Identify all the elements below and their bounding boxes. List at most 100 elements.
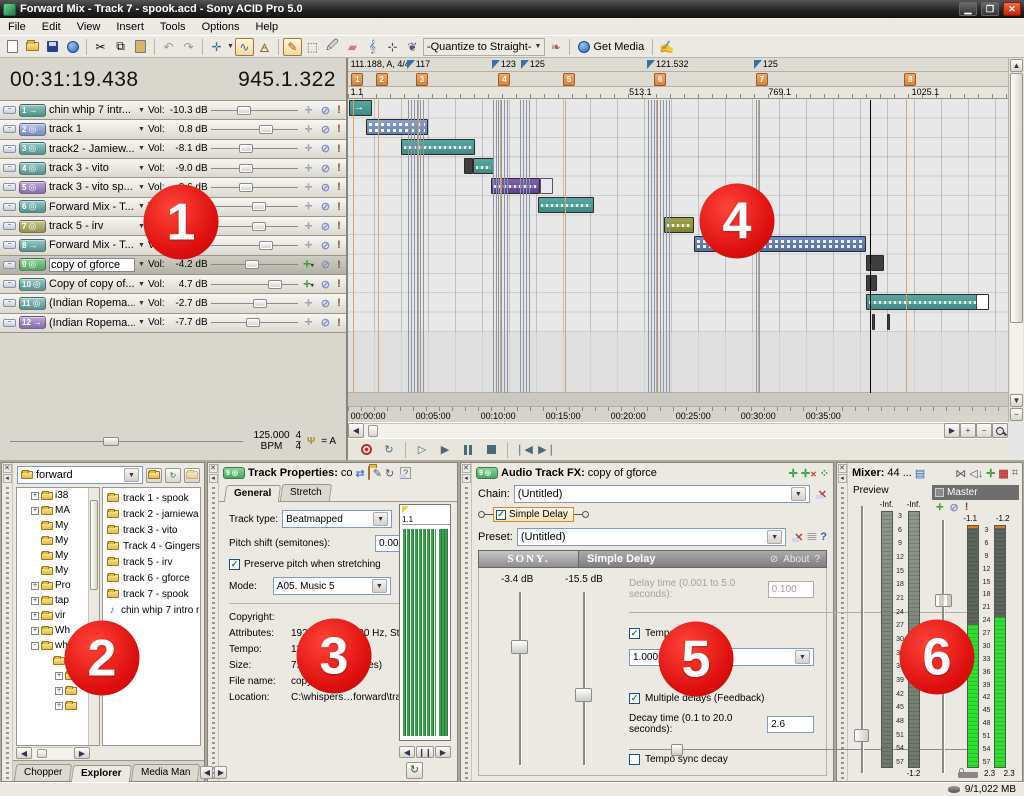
master-fx-icon[interactable]: ✛ [936,502,944,513]
mute-icon[interactable]: ⊘ [319,278,332,291]
edit-in-editor-icon[interactable]: ✎ [373,467,382,480]
solo-icon[interactable]: ! [335,259,343,271]
cut-icon[interactable]: ✂ [91,38,110,56]
chevron-down-icon[interactable]: ▼ [138,242,145,249]
insert-fx-icon[interactable]: ✛ [789,467,798,480]
audio-clip[interactable] [664,217,694,233]
track-row[interactable]: −11◎(Indian Ropema...▼Vol:-2.7 dB✛⊘! [0,294,346,313]
dim-output-icon[interactable]: ◁↓ [969,467,983,480]
volume-slider[interactable] [211,183,298,192]
audio-clip[interactable] [866,255,884,271]
track-row[interactable]: −10◎Copy of copy of...▼Vol:4.7 dB✛▾⊘! [0,275,346,294]
mute-icon[interactable]: ⊘ [950,501,959,514]
volume-label[interactable]: Vol: [148,163,165,174]
track-fx-icon[interactable]: ✛ [301,124,316,135]
dry-fader-track[interactable] [519,592,521,765]
track-name[interactable]: (Indian Ropema... [49,317,135,329]
close-panel-icon[interactable]: ✕ [462,464,471,473]
menu-item-edit[interactable]: Edit [34,20,69,34]
tree-expander-icon[interactable]: + [31,597,39,605]
mute-icon[interactable]: ⊘ [319,104,332,117]
volume-slider[interactable] [211,241,298,250]
horizontal-scrollbar[interactable]: ◀ ▶ + − [348,422,1008,438]
volume-label[interactable]: Vol: [148,317,165,328]
volume-label[interactable]: Vol: [148,221,165,232]
track-fx-icon[interactable]: ✛ [301,143,316,154]
insert-soft-synth-icon[interactable]: ⌗ [1012,467,1018,480]
track-name[interactable]: track 3 - vito [49,162,135,174]
remove-fx-icon[interactable]: ✛✕ [801,467,817,480]
decay-time-field[interactable]: 2.6 [767,716,814,733]
tree-expander-icon[interactable]: + [55,687,63,695]
chevron-down-icon[interactable]: ▼ [138,300,145,307]
mute-icon[interactable]: ⊘ [319,162,332,175]
fx-node-simple-delay[interactable]: ✓ Simple Delay [493,507,574,522]
tab-stretch[interactable]: Stretch [280,484,332,501]
marker-ruler[interactable]: 12345678 [348,72,1008,88]
track-row[interactable]: −9◎copy of gforce▼Vol:-4.2 dB✛▾⊘! [0,256,346,275]
timeline-marker-5[interactable]: 5 [563,73,575,86]
master-fader[interactable] [932,514,954,779]
undo-icon[interactable]: ↶ [159,38,178,56]
chevron-down-icon[interactable]: ▼ [138,319,145,326]
volume-slider[interactable] [211,222,298,231]
volume-slider[interactable] [211,260,298,269]
play-from-start-button[interactable]: ▷ [412,441,432,458]
wave-refresh-icon[interactable]: ↻ [406,762,423,779]
solo-icon[interactable]: ! [335,239,343,251]
new-folder-icon[interactable] [184,468,200,483]
tree-item[interactable]: My [17,533,99,548]
timeline-marker-3[interactable]: 3 [416,73,428,86]
file-item[interactable]: track 7 - spook [103,586,200,602]
scroll-up-icon[interactable]: ▲ [1010,59,1023,72]
track-fx-icon[interactable]: ✛ [301,240,316,251]
scroll-left-icon[interactable]: ◀ [16,747,32,759]
track-fx-icon[interactable]: ✛▾ [301,279,316,290]
timestretch-tool-icon[interactable]: 🜁 [255,38,274,56]
paste-icon[interactable] [131,38,150,56]
chevron-down-icon[interactable]: ▼ [138,281,145,288]
tree-horizontal-scrollbar[interactable]: ◀ ▶ [13,746,204,760]
collapse-track-icon[interactable]: − [3,145,16,153]
envelope-points-icon[interactable]: 𝄞 [363,38,382,56]
chevron-down-icon[interactable]: ▼ [138,261,145,268]
scroll-down-icon[interactable]: ▼ [1010,394,1023,407]
open-icon[interactable] [23,38,42,56]
track-fx-icon[interactable]: ✛▾ [301,259,316,270]
collapse-track-icon[interactable]: − [3,125,16,133]
vertical-scrollbar[interactable]: ▲ ▼ − [1008,58,1024,422]
fx-enabled-checkbox[interactable]: ✓ [496,510,506,520]
track-fx-icon[interactable]: ✛ [301,182,316,193]
file-item[interactable]: track 2 - jamiewa [103,506,200,522]
quantize-icon[interactable]: ❦ [403,38,422,56]
volume-label[interactable]: Vol: [148,124,165,135]
snap-icon[interactable]: ✛ [207,38,226,56]
save-icon[interactable] [43,38,62,56]
menu-item-view[interactable]: View [69,20,109,34]
folder-tree[interactable]: +i38+MAMyMyMyMy+Pro+tap+vir+Wh-wh+++ [16,487,100,746]
track-row[interactable]: −6◎Forward Mix - T...▼Vol:✛⊘! [0,198,346,217]
insert-fx-icon[interactable]: ✛ [986,467,995,480]
close-button[interactable]: ✕ [1003,2,1021,16]
track-fx-icon[interactable]: ✛ [301,163,316,174]
audio-clip[interactable] [401,139,475,155]
track-fx-icon[interactable]: ✛ [301,201,316,212]
tree-item[interactable]: +i38 [17,488,99,503]
tree-expander-icon[interactable]: + [31,492,39,500]
zoom-out-track-height-icon[interactable]: − [1010,408,1023,421]
mute-icon[interactable]: ⊘ [319,181,332,194]
mute-icon[interactable]: ⊘ [319,142,332,155]
solo-icon[interactable]: ! [335,317,343,329]
close-panel-icon[interactable]: ✕ [838,464,847,473]
solo-icon[interactable]: ! [965,501,969,513]
reload-icon[interactable]: ↻ [385,467,394,480]
track-name[interactable]: Forward Mix - T... [49,201,135,213]
close-panel-icon[interactable]: ✕ [209,464,218,473]
autohide-panel-icon[interactable]: ◂ [3,474,12,483]
plugin-help-icon[interactable]: ? [820,531,827,543]
track-fx-icon[interactable]: ✛ [301,298,316,309]
up-one-level-icon[interactable] [146,468,162,483]
mute-icon[interactable]: ⊘ [319,297,332,310]
menu-item-tools[interactable]: Tools [152,20,194,34]
tree-item[interactable]: + [17,683,99,698]
